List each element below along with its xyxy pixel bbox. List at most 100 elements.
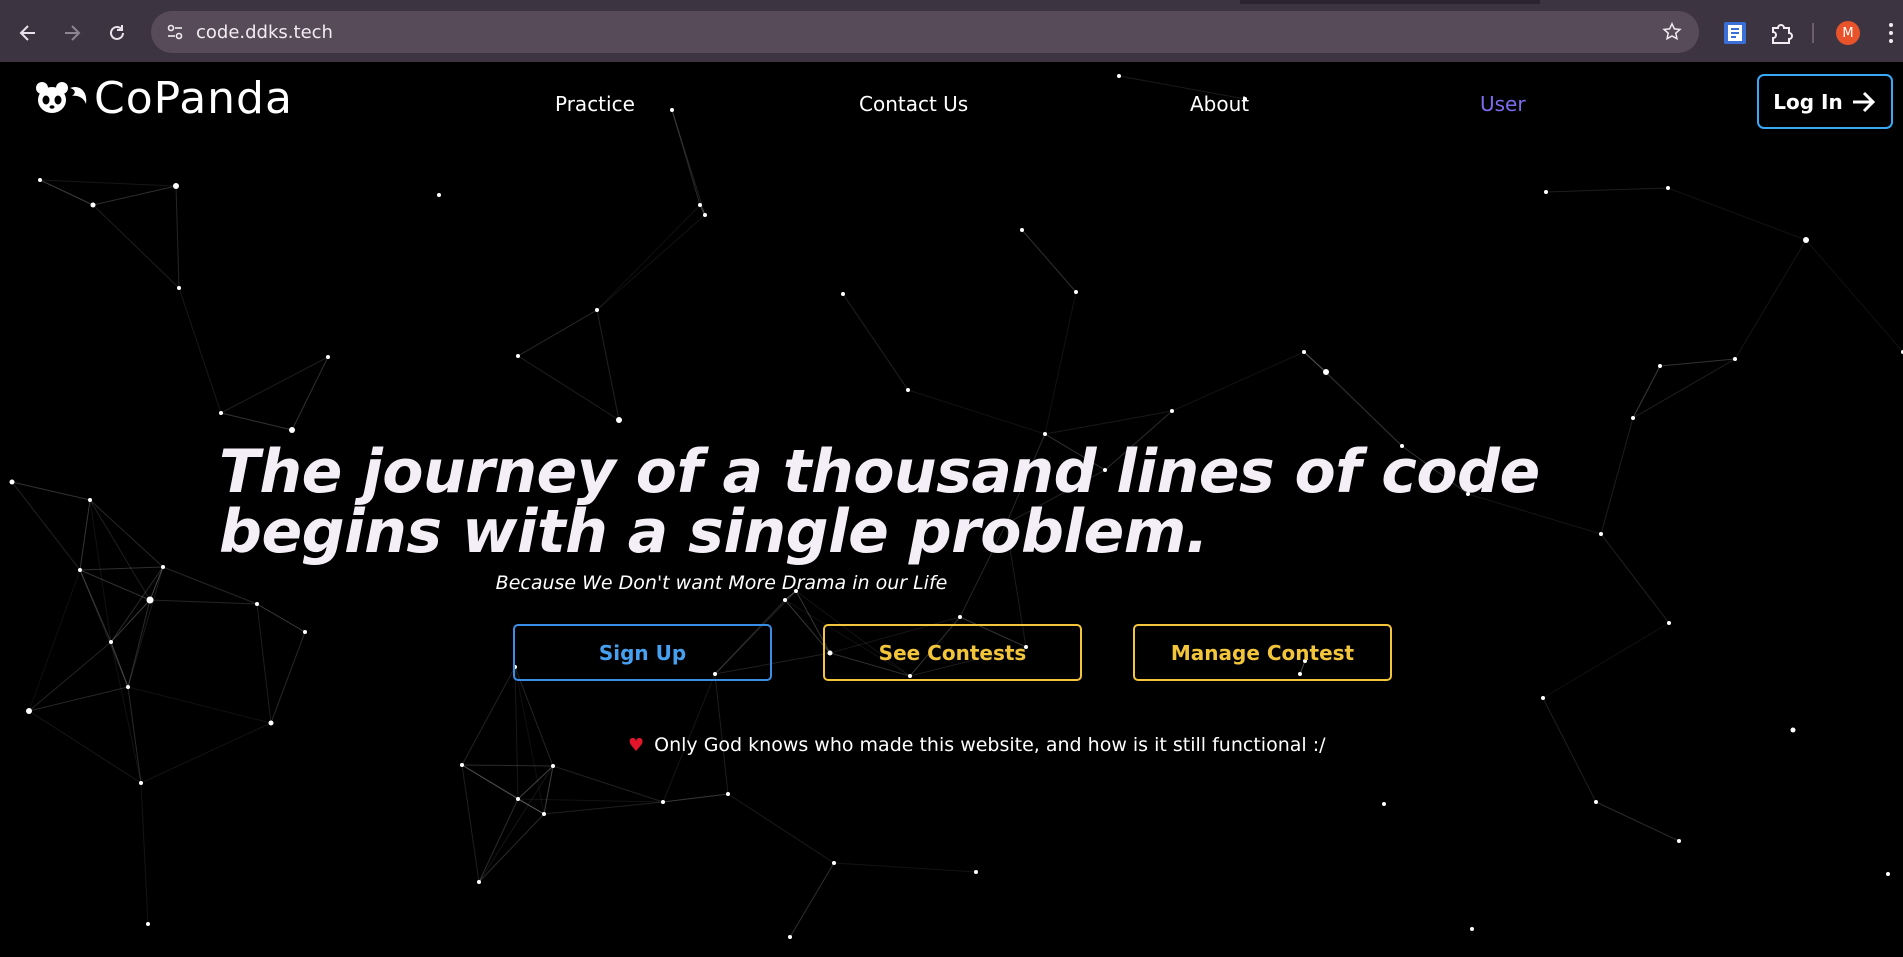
particle-link bbox=[89, 499, 164, 568]
reload-button[interactable] bbox=[100, 16, 134, 50]
particle-dot bbox=[841, 292, 845, 296]
particle-dot bbox=[146, 596, 154, 604]
nav-user[interactable]: User bbox=[1480, 92, 1526, 116]
particle-dot bbox=[551, 764, 555, 768]
particle-dot bbox=[1594, 800, 1598, 804]
arrow-left-icon bbox=[19, 25, 35, 41]
particle-dot bbox=[139, 781, 143, 785]
particle-dot bbox=[698, 203, 702, 207]
particle-link bbox=[140, 722, 272, 784]
forward-button[interactable] bbox=[55, 16, 89, 50]
back-button[interactable] bbox=[11, 16, 45, 50]
particle-dot bbox=[460, 763, 464, 767]
particle-dot bbox=[303, 630, 307, 634]
particle-dot bbox=[661, 800, 665, 804]
particle-link bbox=[256, 603, 272, 724]
particle-link bbox=[79, 499, 91, 571]
particle-dot bbox=[616, 417, 622, 423]
particle-dot bbox=[109, 640, 113, 644]
particle-link bbox=[517, 798, 664, 803]
particle-link bbox=[514, 666, 519, 800]
particle-link bbox=[662, 793, 729, 803]
particle-link bbox=[178, 287, 222, 414]
particle-dot bbox=[1667, 621, 1671, 625]
particle-link bbox=[220, 356, 329, 414]
signup-button[interactable]: Sign Up bbox=[513, 624, 772, 681]
more-menu-icon[interactable] bbox=[1888, 21, 1894, 45]
particle-dot bbox=[90, 202, 96, 208]
particle-dot bbox=[788, 935, 792, 939]
particle-link bbox=[727, 793, 835, 864]
particle-link bbox=[514, 666, 554, 767]
particle-dot bbox=[1470, 927, 1474, 931]
login-label: Log In bbox=[1773, 89, 1843, 114]
particle-dot bbox=[88, 498, 92, 502]
particle-link bbox=[92, 204, 180, 289]
particle-link bbox=[1805, 239, 1903, 353]
particle-dot bbox=[906, 388, 910, 392]
particle-link bbox=[1542, 622, 1670, 699]
particle-link bbox=[596, 214, 706, 311]
particle-link bbox=[907, 389, 1046, 435]
footer-note-text: Only God knows who made this website, an… bbox=[654, 734, 1326, 756]
particle-link bbox=[28, 710, 142, 784]
star-icon[interactable] bbox=[1661, 21, 1683, 43]
inactive-tab-edge[interactable] bbox=[1540, 0, 1903, 4]
hero-headline: The journey of a thousand lines of code … bbox=[219, 437, 1540, 567]
particle-dot bbox=[1658, 364, 1662, 368]
particle-link bbox=[1044, 291, 1077, 435]
nav-contact-us[interactable]: Contact Us bbox=[859, 92, 968, 116]
particle-dot bbox=[1117, 74, 1121, 78]
see-contests-button[interactable]: See Contests bbox=[823, 624, 1082, 681]
particle-link bbox=[1171, 351, 1305, 412]
particle-dot bbox=[1677, 839, 1681, 843]
particle-link bbox=[110, 599, 151, 643]
particle-dot bbox=[958, 615, 962, 619]
particle-link bbox=[92, 185, 177, 206]
particle-link bbox=[789, 862, 835, 938]
particle-dot bbox=[1043, 432, 1047, 436]
particle-dot bbox=[1323, 369, 1329, 375]
particle-link bbox=[461, 666, 516, 766]
particle-link bbox=[478, 765, 554, 883]
toolbar-divider bbox=[1812, 23, 1814, 43]
address-bar[interactable]: code.ddks.tech bbox=[151, 11, 1699, 53]
particle-dot bbox=[1733, 357, 1737, 361]
particle-link bbox=[256, 603, 306, 633]
login-button[interactable]: Log In bbox=[1757, 74, 1893, 129]
particle-dot bbox=[38, 178, 42, 182]
particle-link bbox=[596, 309, 620, 421]
particle-dot bbox=[974, 870, 978, 874]
particle-link bbox=[1545, 187, 1669, 193]
tune-icon[interactable] bbox=[165, 22, 185, 42]
particle-dot bbox=[516, 797, 520, 801]
particle-dot bbox=[1074, 290, 1078, 294]
particle-link bbox=[478, 798, 519, 883]
footer-note: ♥ Only God knows who made this website, … bbox=[628, 734, 1326, 756]
particle-link bbox=[833, 862, 977, 873]
particle-dot bbox=[255, 602, 259, 606]
particle-link bbox=[517, 355, 620, 421]
particle-dot bbox=[1541, 696, 1545, 700]
particle-dot bbox=[173, 183, 179, 189]
particle-dot bbox=[783, 598, 787, 602]
particle-link bbox=[39, 179, 94, 206]
nav-practice[interactable]: Practice bbox=[555, 92, 635, 116]
particle-link bbox=[175, 185, 180, 289]
brand-logo[interactable]: CoPanda bbox=[34, 74, 293, 124]
particle-link bbox=[1542, 697, 1597, 803]
extension-icon[interactable] bbox=[1722, 20, 1748, 46]
particle-dot bbox=[542, 812, 546, 816]
particle-link bbox=[1044, 410, 1173, 435]
puzzle-icon[interactable] bbox=[1768, 20, 1794, 46]
particle-dot bbox=[1803, 237, 1809, 243]
particle-dot bbox=[1790, 727, 1796, 733]
manage-contest-button[interactable]: Manage Contest bbox=[1133, 624, 1392, 681]
reload-icon bbox=[110, 25, 124, 40]
url-text[interactable]: code.ddks.tech bbox=[196, 22, 333, 43]
particle-link bbox=[552, 765, 664, 803]
active-tab-edge[interactable] bbox=[0, 0, 1240, 4]
particle-dot bbox=[9, 479, 15, 485]
nav-about[interactable]: About bbox=[1190, 92, 1249, 116]
profile-avatar[interactable]: M bbox=[1836, 21, 1860, 45]
